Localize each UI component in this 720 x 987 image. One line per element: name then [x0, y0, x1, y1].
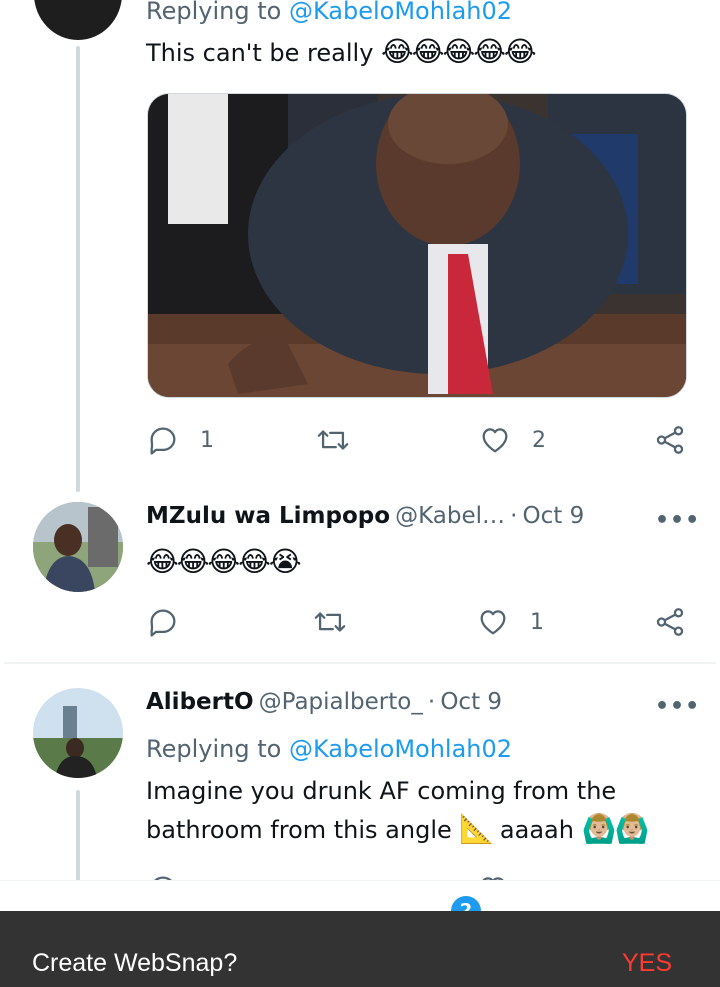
display-name[interactable]: MZulu wa Limpopo: [146, 503, 390, 529]
retweet-button[interactable]: [313, 605, 347, 639]
retweet-button[interactable]: [316, 423, 350, 457]
more-options-icon[interactable]: •••: [655, 508, 700, 533]
like-count: 1: [530, 609, 544, 635]
mention-link[interactable]: @KabeloMohlah02: [289, 0, 512, 25]
user-handle[interactable]: @Kabel…: [395, 503, 505, 529]
avatar-photo: [33, 688, 123, 778]
reply-icon: [150, 609, 176, 637]
like-button[interactable]: 1: [476, 605, 544, 639]
bottom-nav: [0, 880, 720, 911]
display-name[interactable]: AlibertO: [146, 689, 254, 715]
share-button[interactable]: [653, 423, 687, 457]
more-options-icon[interactable]: •••: [655, 694, 700, 719]
tweet3-header: AlibertO @Papialberto_ · Oct 9: [146, 689, 503, 715]
thread-line: [76, 46, 80, 492]
tweet3-replying-to: Replying to @KabeloMohlah02: [146, 735, 513, 763]
avatar-photo: [33, 502, 123, 592]
tweet1-text: This can't be really 😂😂😂😂😂: [146, 35, 537, 68]
mention-link[interactable]: @KabeloMohlah02: [289, 735, 512, 763]
reply-button[interactable]: 1: [146, 423, 214, 457]
share-button[interactable]: [653, 605, 687, 639]
tweet2-text: 😂😂😂😂😭: [146, 543, 302, 582]
tweet-photo[interactable]: [147, 93, 687, 398]
like-count: 2: [532, 427, 546, 453]
websnap-prompt: Create WebSnap?: [32, 949, 238, 977]
tweet1-replying-to: Replying to @KabeloMohlah02: [146, 0, 512, 30]
tweet2-header: MZulu wa Limpopo @Kabel… · Oct 9: [146, 503, 585, 529]
reply-button[interactable]: [146, 605, 180, 639]
tweet1-avatar[interactable]: [34, 0, 122, 40]
tweet2-avatar[interactable]: [33, 502, 123, 592]
tweet3-text-line2: bathroom from this angle 📐 aaaah 🙆🏼‍♂️🙆🏼…: [146, 812, 650, 845]
websnap-yes-button[interactable]: YES: [622, 949, 672, 978]
heart-icon: [480, 610, 506, 635]
share-icon: [656, 426, 684, 454]
laughing-emoji: 😂😂😂😂😂: [381, 35, 537, 68]
tweet3-avatar[interactable]: [33, 688, 123, 778]
photo-courtroom: [148, 94, 686, 397]
person-gesturing-ok-emoji: 🙆🏼‍♂️🙆🏼‍♂️: [581, 812, 650, 845]
tweet-divider: [4, 662, 716, 664]
timestamp[interactable]: Oct 9: [440, 689, 502, 715]
reply-count: 1: [200, 427, 214, 453]
retweet-icon: [314, 612, 346, 632]
retweet-icon: [317, 430, 349, 450]
user-handle[interactable]: @Papialberto_: [259, 689, 423, 715]
laughing-crying-emoji: 😂😂😂😂😭: [146, 545, 302, 578]
websnap-bar: Create WebSnap? YES: [0, 911, 720, 987]
like-button[interactable]: 2: [478, 423, 546, 457]
timestamp[interactable]: Oct 9: [523, 503, 585, 529]
heart-icon: [482, 428, 508, 453]
reply-icon: [150, 427, 176, 455]
triangular-ruler-emoji: 📐: [459, 812, 494, 845]
share-icon: [656, 608, 684, 636]
tweet3-text-line1: Imagine you drunk AF coming from the: [146, 777, 617, 805]
